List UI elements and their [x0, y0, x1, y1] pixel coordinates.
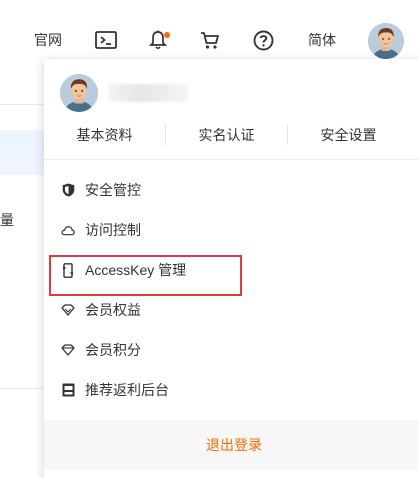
store-icon: [61, 383, 75, 397]
highlight-annotation-box: [49, 255, 242, 296]
user-dropdown-menu: 基本资料 实名认证 安全设置 安全管控 访问控制 AccessKey 管理 会员…: [44, 59, 418, 478]
menu-item-label: 会员权益: [85, 302, 141, 318]
shield-icon: [61, 183, 75, 197]
menu-item-referral-rebate[interactable]: 推荐返利后台: [44, 370, 418, 410]
background-divider: [0, 388, 44, 389]
divider: [44, 159, 418, 160]
diamond-icon: [61, 303, 75, 317]
menu-item-member-points[interactable]: 会员积分: [44, 330, 418, 370]
menu-item-member-benefits[interactable]: 会员权益: [44, 290, 418, 330]
bell-icon[interactable]: [144, 26, 172, 54]
menu-item-label: 安全管控: [85, 182, 141, 198]
tab-security-settings[interactable]: 安全设置: [288, 125, 409, 145]
notification-dot: [164, 32, 170, 38]
avatar-icon: [368, 23, 404, 59]
tab-basic-info[interactable]: 基本资料: [44, 125, 165, 145]
help-icon[interactable]: [249, 26, 277, 54]
official-site-link[interactable]: 官网: [24, 26, 72, 54]
language-label: 简体: [308, 32, 336, 48]
menu-item-label: 访问控制: [85, 222, 141, 238]
logout-button[interactable]: 退出登录: [206, 435, 262, 455]
terminal-icon[interactable]: [92, 26, 120, 54]
cart-icon[interactable]: [196, 26, 224, 54]
gem-icon: [61, 343, 75, 357]
background-column-text: 数量: [0, 212, 14, 228]
background-selected-row: [0, 130, 44, 175]
user-info: [60, 73, 188, 113]
tab-real-name-auth[interactable]: 实名认证: [166, 125, 287, 145]
username-redacted: [108, 84, 188, 102]
dropdown-footer: 退出登录: [44, 420, 418, 470]
cloud-icon: [61, 223, 75, 237]
official-site-label: 官网: [34, 32, 62, 48]
avatar: [60, 74, 98, 112]
account-tabs: 基本资料 实名认证 安全设置: [44, 121, 418, 149]
user-avatar-button[interactable]: [368, 23, 404, 59]
menu-item-label: 推荐返利后台: [85, 382, 169, 398]
menu-item-access-control[interactable]: 访问控制: [44, 210, 418, 250]
menu-item-security-control[interactable]: 安全管控: [44, 170, 418, 210]
menu-item-label: 会员积分: [85, 342, 141, 358]
language-switch[interactable]: 简体: [300, 26, 344, 54]
avatar-icon: [60, 74, 98, 112]
background-divider: [0, 104, 44, 105]
